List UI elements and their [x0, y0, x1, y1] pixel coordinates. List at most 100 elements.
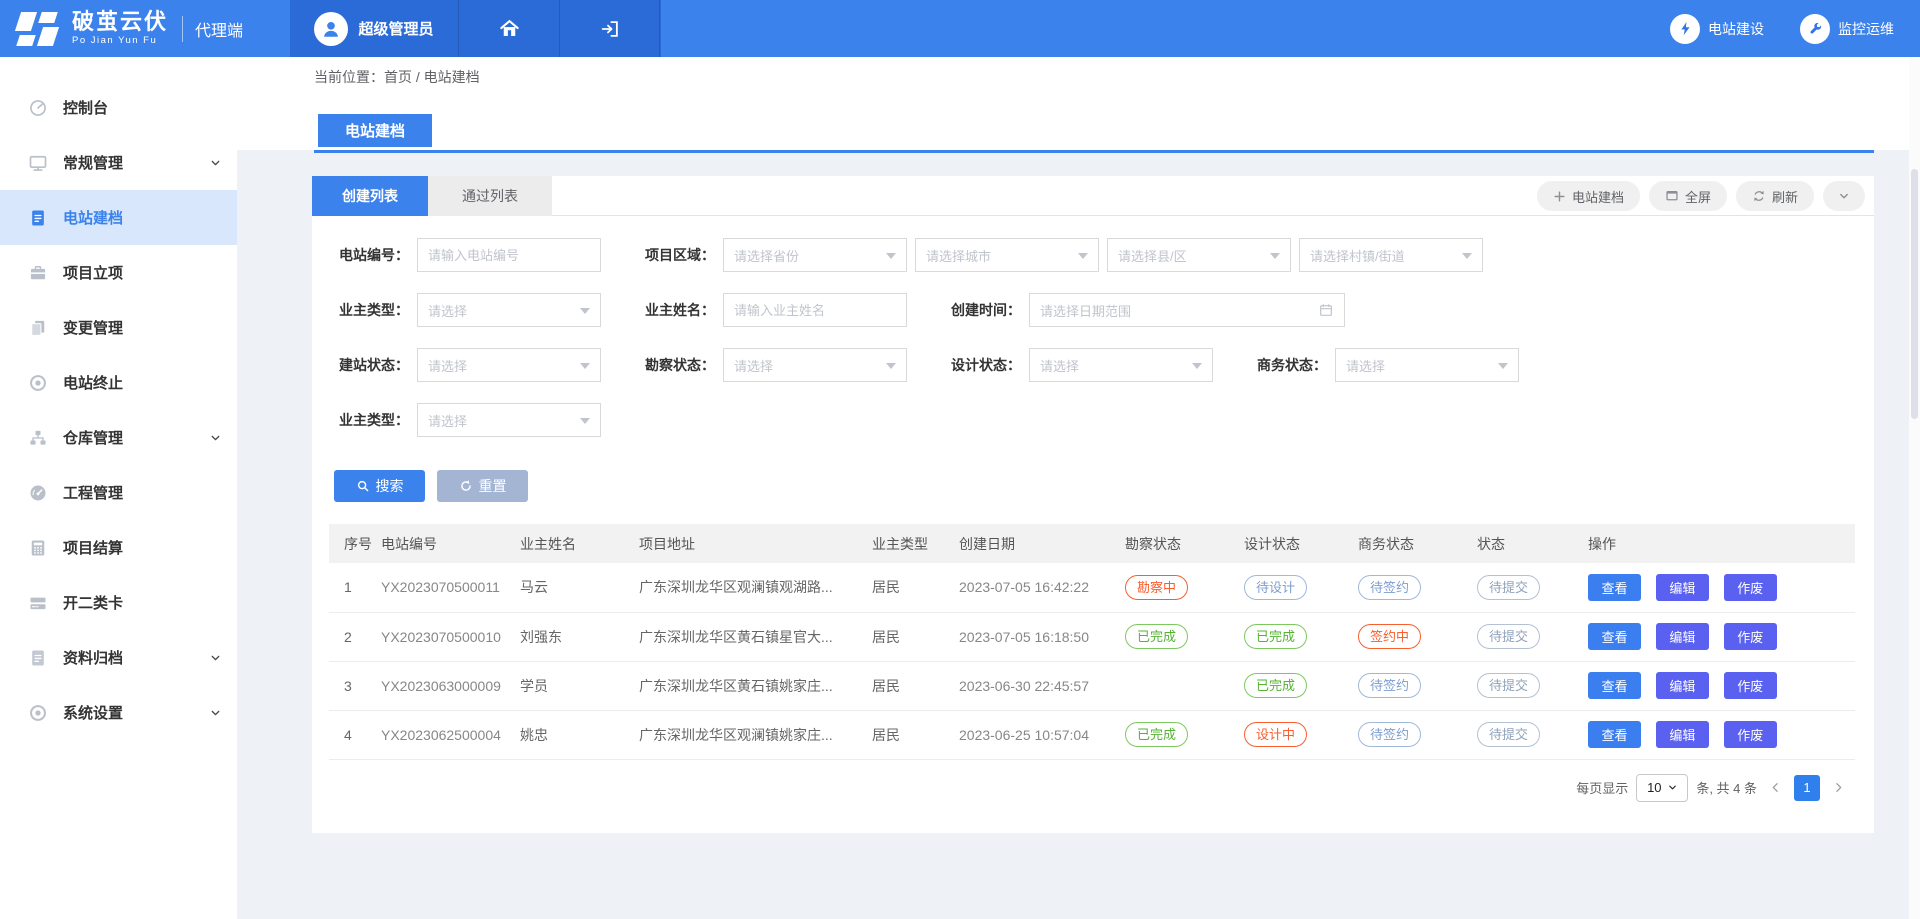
col-actions: 操作: [1588, 524, 1855, 563]
void-button[interactable]: 作废: [1724, 672, 1777, 699]
station-code-label: 电站编号：: [334, 245, 409, 265]
sidebar-item-project-initiation[interactable]: 项目立项: [0, 245, 237, 300]
create-time-label: 创建时间：: [946, 300, 1021, 320]
view-button[interactable]: 查看: [1588, 574, 1641, 601]
sidebar-item-change-mgmt[interactable]: 变更管理: [0, 300, 237, 355]
tab-create-list[interactable]: 创建列表: [312, 176, 428, 216]
lightning-icon: [1670, 14, 1700, 44]
add-station-button[interactable]: 电站建档: [1537, 181, 1640, 211]
sidebar-item-console[interactable]: 控制台: [0, 80, 237, 135]
breadcrumb-home-link[interactable]: 首页: [384, 69, 412, 85]
table-row: 3 YX2023063000009 学员 广东深圳龙华区黄石镇姚家庄... 居民…: [329, 661, 1855, 710]
logo-icon: [14, 12, 62, 46]
search-icon: [356, 479, 370, 493]
logout-button[interactable]: [560, 0, 660, 57]
void-button[interactable]: 作废: [1724, 721, 1777, 748]
home-button[interactable]: [459, 0, 560, 57]
chevron-left-icon: [1769, 781, 1782, 794]
document-icon: [28, 208, 48, 228]
sidebar-item-warehouse-mgmt[interactable]: 仓库管理: [0, 410, 237, 465]
search-button[interactable]: 搜索: [334, 470, 425, 502]
logo-subtitle: Po Jian Yun Fu: [72, 35, 168, 46]
owner-name-label: 业主姓名：: [640, 300, 715, 320]
per-page-select[interactable]: 10: [1636, 774, 1688, 802]
edit-button[interactable]: 编辑: [1656, 574, 1709, 601]
edit-button[interactable]: 编辑: [1656, 623, 1709, 650]
chevron-down-icon: [580, 363, 590, 374]
sidebar-item-station-termination[interactable]: 电站终止: [0, 355, 237, 410]
void-button[interactable]: 作废: [1724, 574, 1777, 601]
total-label: 条, 共 4 条: [1696, 778, 1757, 797]
view-button[interactable]: 查看: [1588, 672, 1641, 699]
date-range-input[interactable]: 请选择日期范围: [1029, 293, 1345, 327]
survey-status-select[interactable]: 请选择: [723, 348, 907, 382]
reset-button[interactable]: 重置: [437, 470, 528, 502]
sidebar-item-second-card[interactable]: 开二类卡: [0, 575, 237, 630]
view-button[interactable]: 查看: [1588, 623, 1641, 650]
nav-station-build[interactable]: 电站建设: [1670, 14, 1764, 44]
build-status-label: 建站状态：: [334, 355, 409, 375]
fullscreen-button[interactable]: 全屏: [1649, 181, 1727, 211]
next-page-button[interactable]: [1820, 781, 1857, 794]
col-status: 状态: [1477, 524, 1588, 563]
district-select[interactable]: 请选择县/区: [1107, 238, 1291, 272]
refresh-button[interactable]: 刷新: [1736, 181, 1814, 211]
chevron-down-icon: [1192, 363, 1202, 374]
design-status-badge: 已完成: [1244, 673, 1307, 698]
town-select[interactable]: 请选择村镇/街道: [1299, 238, 1483, 272]
filter-form: 电站编号： 项目区域： 请选择省份 请选择城市 请选择县/区 请选择村镇/街道 …: [312, 216, 1874, 437]
tab-pass-list[interactable]: 通过列表: [428, 176, 552, 216]
status-badge: 待提交: [1477, 624, 1540, 649]
station-code-input[interactable]: [417, 238, 601, 272]
business-status-select[interactable]: 请选择: [1335, 348, 1519, 382]
owner-type2-select[interactable]: 请选择: [417, 403, 601, 437]
collapse-button[interactable]: [1823, 181, 1865, 211]
col-address: 项目地址: [639, 524, 872, 563]
nav-monitor-ops[interactable]: 监控运维: [1800, 14, 1894, 44]
owner-type-select[interactable]: 请选择: [417, 293, 601, 327]
logout-icon: [599, 18, 621, 40]
survey-status-badge: 已完成: [1125, 722, 1188, 747]
chevron-down-icon: [1667, 782, 1678, 793]
filter-actions: 搜索 重置: [334, 470, 1874, 502]
design-status-badge: 已完成: [1244, 624, 1307, 649]
page-scrollbar[interactable]: [1909, 57, 1920, 919]
owner-name-input[interactable]: [723, 293, 907, 327]
chevron-down-icon: [580, 418, 590, 429]
sitemap-icon: [28, 428, 48, 448]
agent-badge: 代理端: [195, 17, 243, 41]
sidebar-item-data-archive[interactable]: 资料归档: [0, 630, 237, 685]
reset-icon: [459, 479, 473, 493]
chevron-down-icon: [886, 363, 896, 374]
void-button[interactable]: 作废: [1724, 623, 1777, 650]
sidebar-item-project-settlement[interactable]: 项目结算: [0, 520, 237, 575]
province-select[interactable]: 请选择省份: [723, 238, 907, 272]
edit-button[interactable]: 编辑: [1656, 672, 1709, 699]
prev-page-button[interactable]: [1757, 781, 1794, 794]
sidebar-item-general-mgmt[interactable]: 常规管理: [0, 135, 237, 190]
design-status-badge: 设计中: [1244, 722, 1307, 747]
page-tab-station-archive[interactable]: 电站建档: [318, 114, 432, 147]
business-status-label: 商务状态：: [1252, 355, 1327, 375]
home-icon: [498, 17, 521, 40]
edit-button[interactable]: 编辑: [1656, 721, 1709, 748]
table-row: 1 YX2023070500011 马云 广东深圳龙华区观澜镇观湖路... 居民…: [329, 563, 1855, 612]
sidebar-item-system-settings[interactable]: 系统设置: [0, 685, 237, 740]
table-header-row: 序号 电站编号 业主姓名 项目地址 业主类型 创建日期 勘察状态 设计状态 商务…: [329, 524, 1855, 563]
calculator-icon: [28, 538, 48, 558]
page-1-button[interactable]: 1: [1794, 775, 1820, 801]
chevron-down-icon: [209, 156, 222, 169]
view-button[interactable]: 查看: [1588, 721, 1641, 748]
breadcrumb-current: 电站建档: [424, 69, 480, 85]
scrollbar-thumb[interactable]: [1911, 169, 1918, 419]
city-select[interactable]: 请选择城市: [915, 238, 1099, 272]
sidebar-item-station-archive[interactable]: 电站建档: [0, 190, 237, 245]
fullscreen-icon: [1665, 189, 1679, 203]
user-menu[interactable]: 超级管理员: [290, 0, 459, 57]
business-status-badge: 待签约: [1358, 673, 1421, 698]
sidebar-item-engineering-mgmt[interactable]: 工程管理: [0, 465, 237, 520]
chevron-down-icon: [209, 651, 222, 664]
build-status-select[interactable]: 请选择: [417, 348, 601, 382]
owner-type-label: 业主类型：: [334, 300, 409, 320]
design-status-select[interactable]: 请选择: [1029, 348, 1213, 382]
